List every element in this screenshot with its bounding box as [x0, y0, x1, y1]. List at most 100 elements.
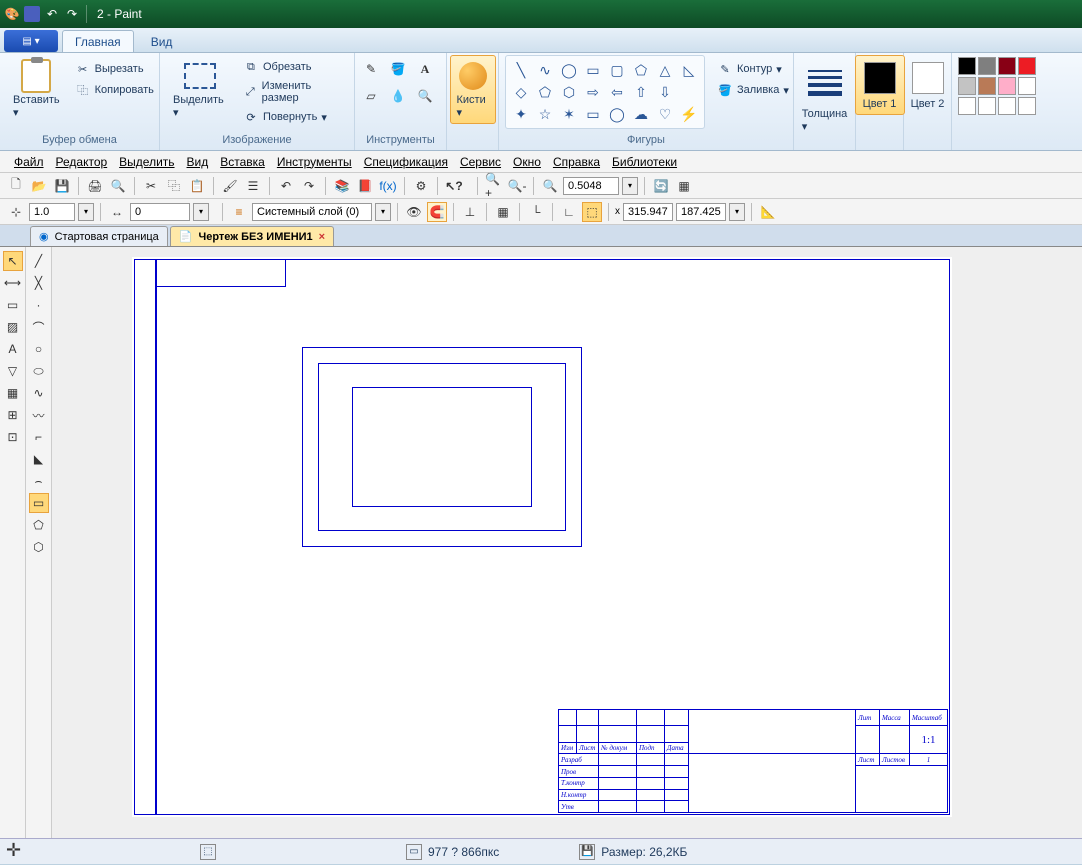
- shape-arrl[interactable]: ⇦: [606, 82, 628, 102]
- swatch[interactable]: [978, 57, 996, 75]
- magnet-icon[interactable]: 🧲: [427, 202, 447, 222]
- refresh-icon[interactable]: 🔄: [651, 176, 671, 196]
- rough-tool[interactable]: ▽: [3, 361, 23, 381]
- swatch[interactable]: [998, 97, 1016, 115]
- bezier-tool[interactable]: 〰: [29, 405, 49, 425]
- ellipse-tool[interactable]: ⬭: [29, 361, 49, 381]
- table-tool[interactable]: ▦: [3, 383, 23, 403]
- coord-x[interactable]: [623, 203, 673, 221]
- zoom-dropdown[interactable]: ▾: [622, 177, 638, 195]
- fill-button[interactable]: 🪣Заливка ▾: [713, 80, 793, 100]
- shape-callo[interactable]: ◯: [606, 104, 628, 124]
- zoomout-icon[interactable]: 🔍-: [507, 176, 527, 196]
- color2-button[interactable]: Цвет 2: [903, 55, 953, 115]
- shape-heart[interactable]: ♡: [654, 104, 676, 124]
- shape-arru[interactable]: ⇧: [630, 82, 652, 102]
- scale-input[interactable]: [29, 203, 75, 221]
- shape-hex[interactable]: ⬡: [558, 82, 580, 102]
- ortho-icon[interactable]: ⊥: [460, 202, 480, 222]
- picker-tool[interactable]: 💧: [388, 86, 408, 106]
- fx-icon[interactable]: f(x): [378, 176, 398, 196]
- swatch[interactable]: [958, 77, 976, 95]
- layer-select[interactable]: [252, 203, 372, 221]
- shape-rtri[interactable]: ◺: [678, 60, 700, 80]
- shape-rect[interactable]: ▭: [582, 60, 604, 80]
- shape-star5[interactable]: ☆: [534, 104, 556, 124]
- brushes-button[interactable]: Кисти ▾: [450, 55, 496, 124]
- point-tool[interactable]: ·: [29, 295, 49, 315]
- polyline-tool[interactable]: ⌐: [29, 427, 49, 447]
- color1-button[interactable]: Цвет 1: [855, 55, 905, 115]
- undo-icon[interactable]: ↶: [44, 6, 60, 22]
- swatch[interactable]: [958, 57, 976, 75]
- resize-button[interactable]: ⤢Изменить размер: [239, 78, 348, 106]
- cut-icon[interactable]: ✂: [141, 176, 161, 196]
- copy-icon[interactable]: ⿻: [164, 176, 184, 196]
- save-icon[interactable]: 💾: [52, 176, 72, 196]
- close-tab-icon[interactable]: ×: [319, 231, 325, 243]
- menu-window[interactable]: Окно: [513, 155, 541, 169]
- shape-pent[interactable]: ⬠: [534, 82, 556, 102]
- arc-tool[interactable]: ⌒: [29, 317, 49, 337]
- spline-tool[interactable]: ∿: [29, 383, 49, 403]
- open-icon[interactable]: 📂: [29, 176, 49, 196]
- settings-icon[interactable]: ⚙: [411, 176, 431, 196]
- copy-button[interactable]: ⿻Копировать: [71, 80, 158, 100]
- geom-tool[interactable]: ▭: [3, 295, 23, 315]
- shape-line[interactable]: ╲: [510, 60, 532, 80]
- shape-bolt[interactable]: ⚡: [678, 104, 700, 124]
- swatch[interactable]: [1018, 57, 1036, 75]
- vars-icon[interactable]: 📕: [355, 176, 375, 196]
- angle-icon[interactable]: ∟: [559, 202, 579, 222]
- shape-arrd[interactable]: ⇩: [654, 82, 676, 102]
- tab-drawing[interactable]: 📄 Чертеж БЕЗ ИМЕНИ1 ×: [170, 226, 334, 246]
- select-button[interactable]: Выделить ▾: [166, 55, 235, 124]
- xline-tool[interactable]: ╳: [29, 273, 49, 293]
- shape-callr[interactable]: ▭: [582, 104, 604, 124]
- print-icon[interactable]: 🖨: [85, 176, 105, 196]
- dim-tool[interactable]: ⟷: [3, 273, 23, 293]
- shape-tri[interactable]: △: [654, 60, 676, 80]
- shape-arrr[interactable]: ⇨: [582, 82, 604, 102]
- cut-button[interactable]: ✂Вырезать: [71, 59, 158, 79]
- brush-icon[interactable]: 🖌: [220, 176, 240, 196]
- menu-file[interactable]: Файл: [14, 155, 44, 169]
- swatch[interactable]: [958, 97, 976, 115]
- hatch-tool[interactable]: ▨: [3, 317, 23, 337]
- props-icon[interactable]: ☰: [243, 176, 263, 196]
- pencil-tool[interactable]: ✎: [361, 59, 381, 79]
- toggle-icon[interactable]: ⬚: [582, 202, 602, 222]
- swatch[interactable]: [978, 97, 996, 115]
- cad-canvas[interactable]: ЛитМассаМасштаб 1:1 ИзмЛист№ докумПодпДа…: [52, 247, 1082, 838]
- undo-icon[interactable]: ↶: [276, 176, 296, 196]
- tab-view[interactable]: Вид: [138, 30, 186, 52]
- new-icon[interactable]: 🗋: [6, 176, 26, 196]
- thickness-button[interactable]: Толщина ▾: [795, 55, 855, 138]
- snap-icon[interactable]: ⊹: [6, 202, 26, 222]
- shape-diamond[interactable]: ◇: [510, 82, 532, 102]
- save-icon[interactable]: [24, 6, 40, 22]
- grid-icon[interactable]: ▦: [674, 176, 694, 196]
- menu-view[interactable]: Вид: [187, 155, 209, 169]
- menu-insert[interactable]: Вставка: [220, 155, 265, 169]
- swatch[interactable]: [978, 77, 996, 95]
- menu-help[interactable]: Справка: [553, 155, 600, 169]
- chamfer-tool[interactable]: ◣: [29, 449, 49, 469]
- spec-tool[interactable]: ⊞: [3, 405, 23, 425]
- shape-cloud[interactable]: ☁: [630, 104, 652, 124]
- measure-icon[interactable]: 📐: [758, 202, 778, 222]
- whatsthis-icon[interactable]: ↖?: [444, 176, 464, 196]
- cursor-tool[interactable]: ↖: [3, 251, 23, 271]
- zoom-input[interactable]: [563, 177, 619, 195]
- fillet-tool[interactable]: ⌢: [29, 471, 49, 491]
- redo-icon[interactable]: ↷: [299, 176, 319, 196]
- shapes-gallery[interactable]: ╲∿◯▭▢⬠△◺ ◇⬠⬡⇨⇦⇧⇩ ✦☆✶▭◯☁♡⚡: [505, 55, 705, 129]
- coord-y[interactable]: [676, 203, 726, 221]
- menu-editor[interactable]: Редактор: [56, 155, 108, 169]
- menu-select[interactable]: Выделить: [119, 155, 174, 169]
- eraser-tool[interactable]: ▱: [361, 86, 381, 106]
- rotate-button[interactable]: ⟳Повернуть ▾: [239, 107, 348, 127]
- menu-tools[interactable]: Инструменты: [277, 155, 352, 169]
- menu-libs[interactable]: Библиотеки: [612, 155, 677, 169]
- circle-tool[interactable]: ○: [29, 339, 49, 359]
